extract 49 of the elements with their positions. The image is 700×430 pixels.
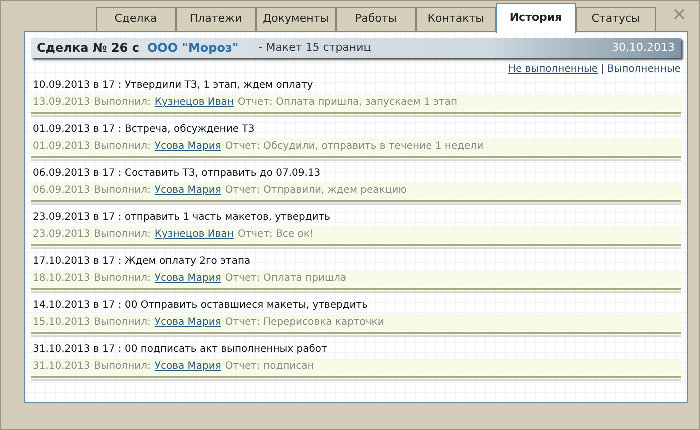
done-label: Выполнил: [94,96,151,110]
done-label: Выполнил: [94,316,151,330]
tab[interactable]: Работы [336,7,416,31]
done-date: 31.10.2013 [33,360,90,374]
done-date: 23.09.2013 [33,228,90,242]
done-date: 13.09.2013 [33,96,90,110]
filter-link[interactable]: Не выполненные [508,62,598,77]
done-label: Выполнил: [94,228,151,242]
deal-date: 30.10.2013 [612,40,675,56]
client-name: ООО "Мороз" [147,40,239,57]
report-text: Отчет: Все ок! [238,228,314,242]
person-link[interactable]: Кузнецов Иван [154,95,234,110]
task-text: 06.09.2013 в 17 : Составить ТЗ, отправить до 07.09.13 [32,167,322,181]
person-link[interactable]: Усова Мария [154,139,222,154]
task-text: 14.10.2013 в 17 : 00 Отправить оставшиеся макеты, утвердить [32,299,370,313]
report-text: Отчет: Отправили, ждем реакцию [225,184,408,198]
done-label: Выполнил: [94,272,151,286]
filter-separator: | [601,63,604,77]
task-text: 17.10.2013 в 17 : Ждем оплату 2го этапа [32,255,252,269]
tab[interactable]: История [496,3,576,33]
filter-link[interactable]: Выполненные [607,62,681,77]
report-text: Отчет: подписан [225,360,314,374]
tab[interactable]: Документы [256,7,336,31]
done-label: Выполнил: [94,360,151,374]
report-text: Отчет: Обсудили, отправить в течение 1 недели [225,140,484,154]
report-text: Отчет: Оплата пришла [225,272,347,286]
deal-subject: - Макет 15 страниц [258,40,372,56]
tab[interactable]: Контакты [416,7,496,31]
person-link[interactable]: Усова Мария [154,359,222,374]
person-link[interactable]: Кузнецов Иван [154,227,234,242]
done-date: 18.10.2013 [33,272,90,286]
report-text: Отчет: Перерисовка карточки [225,316,384,330]
task-text: 01.09.2013 в 17 : Встреча, обсуждение ТЗ [32,123,256,137]
task-text: 31.10.2013 в 17 : 00 подписать акт выполненных работ [32,343,328,357]
report-text: Отчет: Оплата пришла, запускаем 1 этап [238,96,458,110]
person-link[interactable]: Усова Мария [154,271,222,286]
done-date: 01.09.2013 [33,140,90,154]
done-label: Выполнил: [94,184,151,198]
tab[interactable]: Сделка [96,7,176,31]
person-link[interactable]: Усова Мария [154,315,222,330]
person-link[interactable]: Усова Мария [154,183,222,198]
tab[interactable]: Платежи [176,7,256,31]
deal-title: Сделка № 26 с [37,40,140,57]
task-text: 10.09.2013 в 17 : Утвердили ТЗ, 1 этап, ждем оплату [32,79,314,93]
done-date: 15.10.2013 [33,316,90,330]
done-date: 06.09.2013 [33,184,90,198]
task-text: 23.09.2013 в 17 : отправить 1 часть макетов, утвердить [32,211,332,225]
done-label: Выполнил: [94,140,151,154]
tab[interactable]: Статусы [576,7,656,31]
